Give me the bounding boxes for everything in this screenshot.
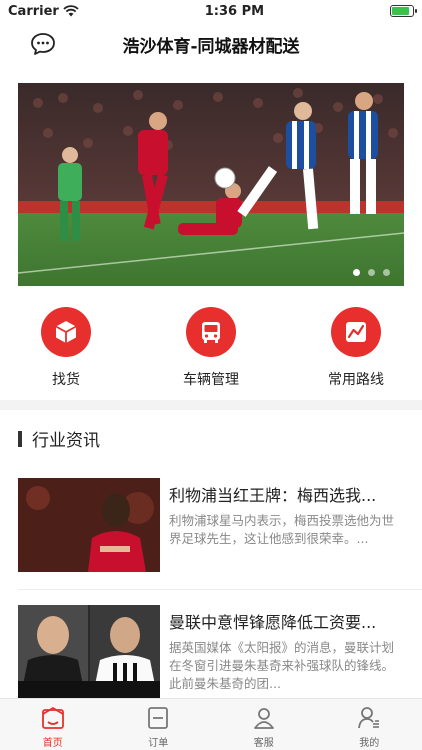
section-header: 行业资讯	[18, 426, 100, 451]
quick-action-circle[interactable]	[186, 307, 236, 357]
bus-icon	[202, 322, 220, 343]
quick-action-find-goods[interactable]: 找货	[21, 307, 111, 389]
news-photo	[18, 605, 160, 699]
order-icon	[148, 707, 169, 729]
carousel-dot[interactable]	[383, 269, 390, 276]
tab-service[interactable]: 客服	[211, 699, 317, 750]
news-description: 利物浦球星马内表示，梅西投票选他为世界足球先生，这让他感到很荣幸。...	[169, 513, 395, 546]
quick-action-label: 找货	[52, 372, 80, 388]
banner-carousel[interactable]	[18, 83, 404, 286]
quick-actions: 找货 车辆管理 常用路线	[0, 307, 422, 389]
news-title: 曼联中意悍锋愿降低工资要...	[169, 613, 377, 632]
battery-icon	[390, 5, 417, 17]
tab-home[interactable]: 首页	[0, 699, 106, 750]
news-item[interactable]: 利物浦当红王牌：梅西选我... 利物浦球星马内表示，梅西投票选他为世界足球先生，…	[18, 478, 408, 574]
wifi-icon	[63, 5, 79, 17]
quick-action-label: 常用路线	[328, 372, 384, 388]
news-thumbnail	[18, 478, 160, 572]
carousel-dot[interactable]	[353, 269, 360, 276]
tab-orders[interactable]: 订单	[106, 699, 212, 750]
quick-action-vehicle[interactable]: 车辆管理	[166, 307, 256, 389]
route-icon	[346, 322, 366, 342]
carrier-label: Carrier	[8, 3, 59, 19]
carousel-dots[interactable]	[353, 269, 390, 276]
quick-action-label: 车辆管理	[183, 372, 239, 388]
profile-icon	[358, 707, 380, 729]
battery-fill	[392, 7, 409, 15]
tab-label: 客服	[253, 738, 274, 749]
quick-action-routes[interactable]: 常用路线	[311, 307, 401, 389]
section-divider	[0, 400, 422, 410]
status-bar: Carrier 1:36 PM	[0, 0, 422, 22]
home-icon	[41, 706, 64, 729]
tab-profile[interactable]: 我的	[317, 699, 422, 750]
status-time: 1:36 PM	[204, 3, 265, 19]
quick-action-circle[interactable]	[41, 307, 91, 357]
news-photo	[18, 478, 160, 572]
news-item[interactable]: 曼联中意悍锋愿降低工资要... 据英国媒体《太阳报》的消息，曼联计划在冬窗引进曼…	[18, 605, 408, 701]
cube-icon	[55, 321, 77, 343]
quick-action-circle[interactable]	[331, 307, 381, 357]
news-title: 利物浦当红王牌：梅西选我...	[169, 486, 377, 505]
carousel-dot[interactable]	[368, 269, 375, 276]
status-left: Carrier	[8, 4, 79, 19]
list-separator	[18, 589, 422, 590]
section-marker	[18, 430, 22, 447]
page-title: 浩沙体育-同城器材配送	[122, 36, 300, 57]
nav-header: 浩沙体育-同城器材配送	[0, 22, 422, 66]
news-description: 据英国媒体《太阳报》的消息，曼联计划在冬窗引进曼朱基奇来补强球队的锋线。此前曼朱…	[169, 640, 395, 691]
tab-bar: 首页 订单 客服 我的	[0, 698, 422, 750]
status-right	[390, 5, 417, 17]
banner-image	[18, 83, 404, 286]
tab-label: 订单	[148, 738, 169, 749]
tab-label: 我的	[359, 738, 380, 749]
service-icon	[253, 708, 274, 729]
tab-label: 首页	[42, 738, 63, 749]
section-title: 行业资讯	[32, 431, 100, 451]
news-thumbnail	[18, 605, 160, 699]
